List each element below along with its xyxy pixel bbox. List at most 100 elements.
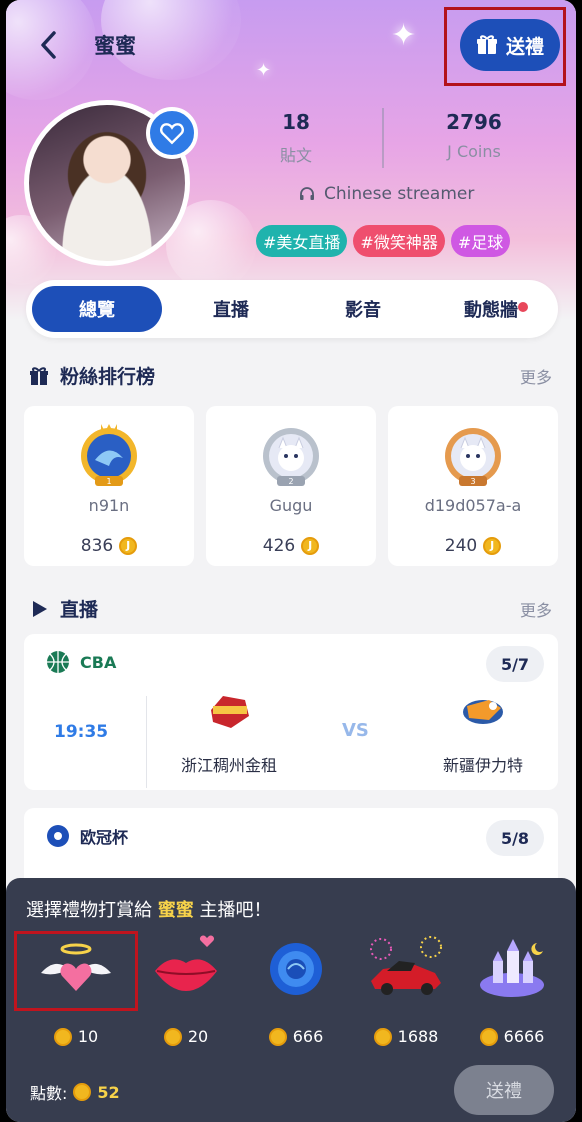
jcoin-icon: J xyxy=(119,537,138,555)
gift-item[interactable]: 10 xyxy=(26,933,126,1046)
svg-text:3: 3 xyxy=(470,477,475,486)
team-logo-icon xyxy=(211,696,249,728)
notification-dot xyxy=(518,302,528,312)
match-card[interactable]: CBA 5/7 19:35 浙江稠州金租 VS 新疆伊力特 xyxy=(24,634,558,790)
sports-car-icon xyxy=(370,936,442,995)
bronze-medal-icon: 3 xyxy=(445,428,501,486)
tag-list: #美女直播 #微笑神器 #足球 xyxy=(256,225,511,257)
coins-stat: 2796 J Coins xyxy=(414,110,534,161)
league-label: 欧冠杯 xyxy=(46,824,128,848)
rank-coins-value: 240 xyxy=(444,536,478,556)
app-screen: ✦ ✦ 蜜蜜 送禮 18 貼文 2796 J Coins Chinese str… xyxy=(6,0,576,1122)
round-badge: 5/7 xyxy=(486,646,544,682)
rank-coins: 426 J xyxy=(206,536,376,556)
gift-price: 6666 xyxy=(462,1027,562,1046)
tab-feed[interactable]: 動態牆 xyxy=(428,286,554,332)
gold-medal-icon: 1 xyxy=(81,424,137,486)
coin-icon xyxy=(373,1027,392,1046)
rank-name: Gugu xyxy=(269,496,313,515)
posts-stat[interactable]: 18 貼文 xyxy=(261,110,331,166)
tab-bar: 總覽 直播 影音 動態牆 xyxy=(26,280,558,338)
follow-button[interactable] xyxy=(146,107,198,159)
home-team: 浙江稠州金租 xyxy=(164,686,294,776)
gift-price-value: 666 xyxy=(292,1027,324,1046)
page-title: 蜜蜜 xyxy=(94,34,136,58)
send-gift-label: 送禮 xyxy=(505,35,544,58)
fans-section-header: 粉絲排行榜 xyxy=(28,362,155,389)
gift-price: 1688 xyxy=(356,1027,456,1046)
send-gift-submit-button[interactable]: 送禮 xyxy=(454,1065,554,1115)
divider xyxy=(146,696,147,788)
svg-text:2: 2 xyxy=(288,477,293,486)
rank-name: d19d057a-a xyxy=(424,496,522,515)
gift-icon xyxy=(476,35,497,54)
rank-card-2[interactable]: 2 Gugu 426 J xyxy=(206,406,376,566)
castle-icon xyxy=(480,939,544,997)
rank-coins-value: 836 xyxy=(80,536,114,556)
streamer-role-label: Chinese streamer xyxy=(324,184,475,204)
match-time: 19:35 xyxy=(54,722,109,742)
basketball-icon xyxy=(47,651,69,673)
coin-icon xyxy=(163,1027,182,1046)
gift-price-value: 20 xyxy=(187,1027,209,1046)
points-label: 點數: xyxy=(30,1084,68,1103)
tab-overview[interactable]: 總覽 xyxy=(32,286,162,332)
streamer-role: Chinese streamer xyxy=(298,184,474,204)
soccer-ball-icon xyxy=(47,825,69,847)
lips-icon xyxy=(155,935,217,991)
streamer-name: 蜜蜜 xyxy=(157,900,194,921)
back-arrow-icon xyxy=(41,31,56,59)
coin-icon xyxy=(73,1083,92,1101)
tag-2[interactable]: #微笑神器 xyxy=(353,225,445,257)
tab-live[interactable]: 直播 xyxy=(166,286,296,332)
rank-coins-value: 426 xyxy=(262,536,296,556)
gift-price-value: 6666 xyxy=(503,1027,545,1046)
coin-icon xyxy=(479,1027,498,1046)
gift-price: 10 xyxy=(26,1027,126,1046)
tab-feed-label: 動態牆 xyxy=(464,300,518,321)
posts-count: 18 xyxy=(282,110,310,134)
gift-panel-title-prefix: 選擇禮物打賞給 xyxy=(26,900,158,921)
send-gift-button[interactable]: 送禮 xyxy=(460,19,560,71)
team-logo-icon xyxy=(463,700,503,724)
svg-text:1: 1 xyxy=(106,477,111,486)
gift-icon xyxy=(30,366,48,385)
live-section-header: 直播 xyxy=(28,595,98,622)
back-button[interactable] xyxy=(36,28,66,62)
blue-rose-icon xyxy=(270,943,322,995)
away-team: 新疆伊力特 xyxy=(418,686,548,776)
headset-icon xyxy=(300,187,314,200)
tab-feed-wrap: 動態牆 xyxy=(464,296,528,322)
jcoin-icon: J xyxy=(483,537,502,555)
points-value: 52 xyxy=(97,1082,120,1102)
silver-medal-icon: 2 xyxy=(263,428,319,486)
fans-more-link[interactable]: 更多 xyxy=(520,364,552,388)
gift-price: 20 xyxy=(136,1027,236,1046)
vs-label: VS xyxy=(342,720,369,741)
play-icon xyxy=(33,600,47,617)
tag-3[interactable]: #足球 xyxy=(450,225,511,257)
round-badge: 5/8 xyxy=(486,820,544,856)
coin-icon xyxy=(268,1027,287,1046)
rank-name: n91n xyxy=(88,496,130,515)
live-more-link[interactable]: 更多 xyxy=(520,597,552,621)
rank-coins: 836 J xyxy=(24,536,194,556)
gift-panel-title-suffix: 主播吧！ xyxy=(193,900,272,921)
tag-1[interactable]: #美女直播 xyxy=(256,225,348,257)
coin-icon xyxy=(53,1027,72,1046)
gift-panel: 選擇禮物打賞給 蜜蜜 主播吧！ 10 20 666 1688 6666 點數: … xyxy=(6,878,576,1122)
gift-price: 666 xyxy=(246,1027,346,1046)
gift-item[interactable]: 20 xyxy=(136,933,236,1046)
fans-section-title: 粉絲排行榜 xyxy=(60,366,156,388)
rank-card-1[interactable]: 1 n91n 836 J xyxy=(24,406,194,566)
coins-label: J Coins xyxy=(447,142,501,161)
gift-item[interactable]: 6666 xyxy=(462,933,562,1046)
tab-videos[interactable]: 影音 xyxy=(298,286,428,332)
gift-item[interactable]: 1688 xyxy=(356,933,456,1046)
gift-price-value: 10 xyxy=(77,1027,99,1046)
league-name: CBA xyxy=(80,652,117,672)
jcoin-icon: J xyxy=(301,537,320,555)
home-team-name: 浙江稠州金租 xyxy=(180,756,277,775)
gift-item[interactable]: 666 xyxy=(246,933,346,1046)
rank-card-3[interactable]: 3 d19d057a-a 240 J xyxy=(388,406,558,566)
